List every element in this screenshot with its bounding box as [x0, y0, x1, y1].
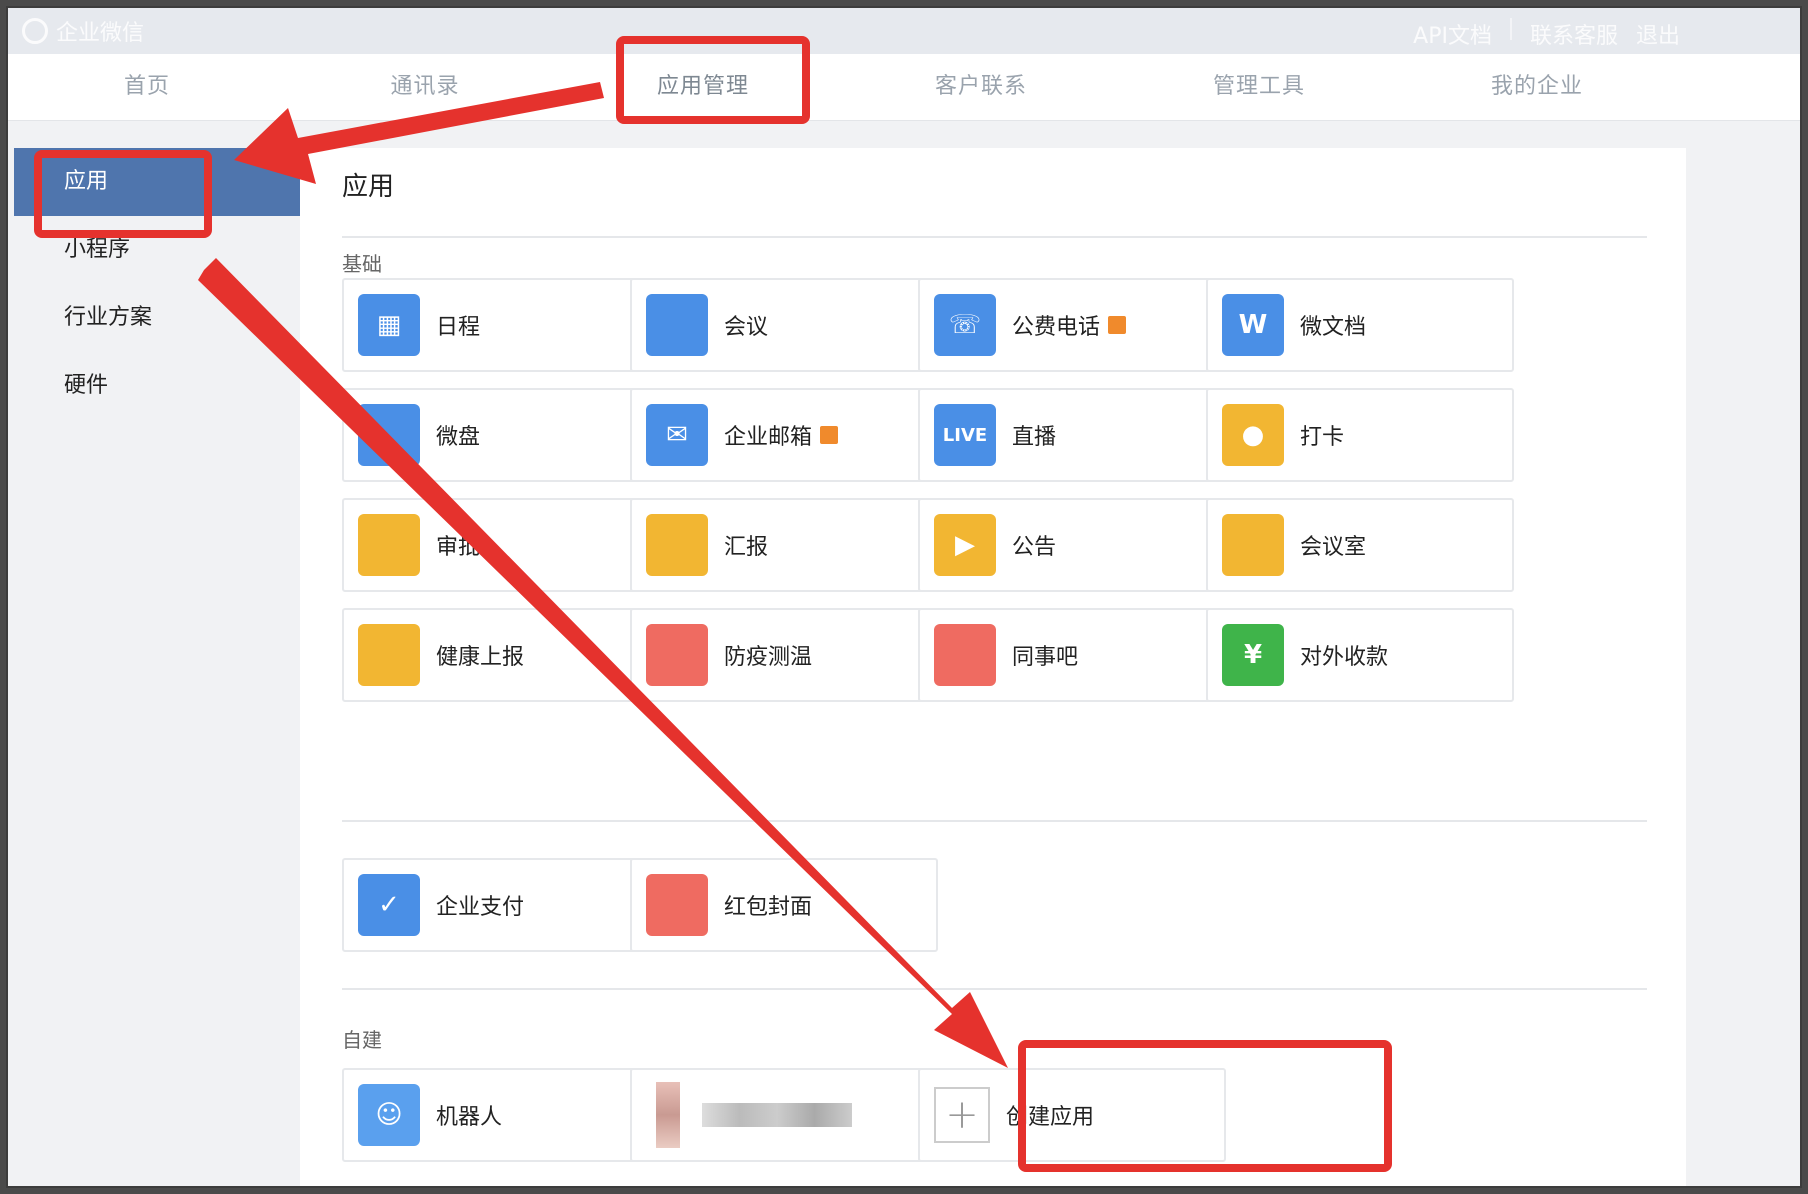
app-window: 企业微信 API文档 联系客服 退出 首页 通讯录 应用管理 客户联系 管理工具… [6, 6, 1802, 1188]
arrow-to-create-app [198, 258, 1008, 1068]
arrow-to-sidebar [234, 82, 604, 184]
annotation-arrows [198, 82, 1008, 1068]
